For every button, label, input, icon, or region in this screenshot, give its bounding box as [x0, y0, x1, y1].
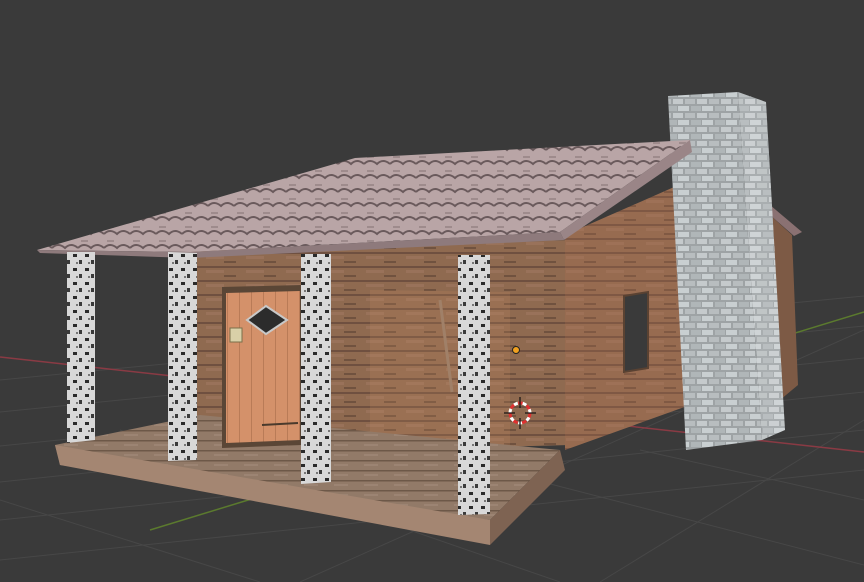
front-door[interactable]: [222, 285, 302, 448]
porch-post-2: [168, 252, 197, 461]
porch-post-4: [458, 255, 490, 515]
porch-post-1: [67, 252, 95, 443]
side-window[interactable]: [623, 290, 649, 374]
viewport-canvas: [0, 92, 864, 582]
3d-viewport[interactable]: [0, 0, 864, 582]
origin-dot-icon: [512, 346, 520, 354]
door-hinge-icon: [229, 327, 243, 343]
porch-post-3: [301, 254, 331, 484]
cabin-model[interactable]: [37, 92, 802, 545]
